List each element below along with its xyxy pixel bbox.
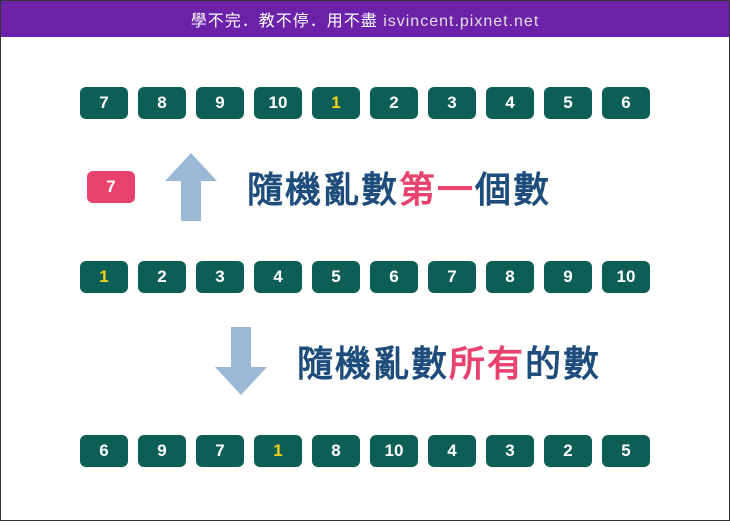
diagram-content: 7 8 9 10 1 2 3 4 5 6 7 隨機亂數第一個數 1 2 3 4 … (1, 37, 729, 527)
num-cell: 2 (370, 87, 418, 119)
caption-highlight: 所有 (449, 343, 525, 384)
caption-pre: 隨機亂數 (297, 343, 449, 384)
num-cell-highlight: 1 (254, 435, 302, 467)
caption-post: 的數 (525, 343, 601, 384)
caption-post: 個數 (475, 169, 551, 210)
num-cell: 4 (428, 435, 476, 467)
num-cell: 8 (138, 87, 186, 119)
header-text: 學不完．教不停．用不盡 (191, 13, 378, 30)
num-cell: 2 (138, 261, 186, 293)
caption-pre: 隨機亂數 (247, 169, 399, 210)
caption-second: 隨機亂數所有的數 (297, 335, 601, 387)
num-cell: 2 (544, 435, 592, 467)
num-cell: 10 (370, 435, 418, 467)
num-cell-highlight: 1 (312, 87, 360, 119)
num-cell: 8 (312, 435, 360, 467)
num-cell: 3 (196, 261, 244, 293)
num-cell: 5 (544, 87, 592, 119)
num-cell: 9 (544, 261, 592, 293)
num-cell: 7 (80, 87, 128, 119)
caption-row-second: 隨機亂數所有的數 (71, 323, 659, 399)
num-cell: 5 (602, 435, 650, 467)
num-cell: 4 (254, 261, 302, 293)
num-cell: 6 (80, 435, 128, 467)
arrow-up-icon (161, 149, 221, 225)
num-cell: 10 (602, 261, 650, 293)
num-cell: 3 (428, 87, 476, 119)
caption-highlight: 第一 (399, 169, 475, 210)
num-cell: 7 (428, 261, 476, 293)
num-cell: 8 (486, 261, 534, 293)
caption-row-first: 7 隨機亂數第一個數 (71, 149, 659, 225)
row-bottom: 6 9 7 1 8 10 4 3 2 5 (71, 435, 659, 467)
header-bar: 學不完．教不停．用不盡 isvincent.pixnet.net (1, 1, 729, 37)
solo-first-num: 7 (87, 171, 135, 203)
header-site: isvincent.pixnet.net (383, 13, 539, 30)
num-cell: 4 (486, 87, 534, 119)
num-cell: 7 (196, 435, 244, 467)
caption-first: 隨機亂數第一個數 (247, 161, 551, 213)
row-top: 7 8 9 10 1 2 3 4 5 6 (71, 87, 659, 119)
num-cell: 6 (602, 87, 650, 119)
num-cell: 9 (138, 435, 186, 467)
row-middle: 1 2 3 4 5 6 7 8 9 10 (71, 261, 659, 293)
num-cell: 3 (486, 435, 534, 467)
num-cell: 10 (254, 87, 302, 119)
num-cell: 6 (370, 261, 418, 293)
arrow-down-icon (211, 323, 271, 399)
num-cell-highlight: 1 (80, 261, 128, 293)
num-cell: 5 (312, 261, 360, 293)
num-cell: 9 (196, 87, 244, 119)
